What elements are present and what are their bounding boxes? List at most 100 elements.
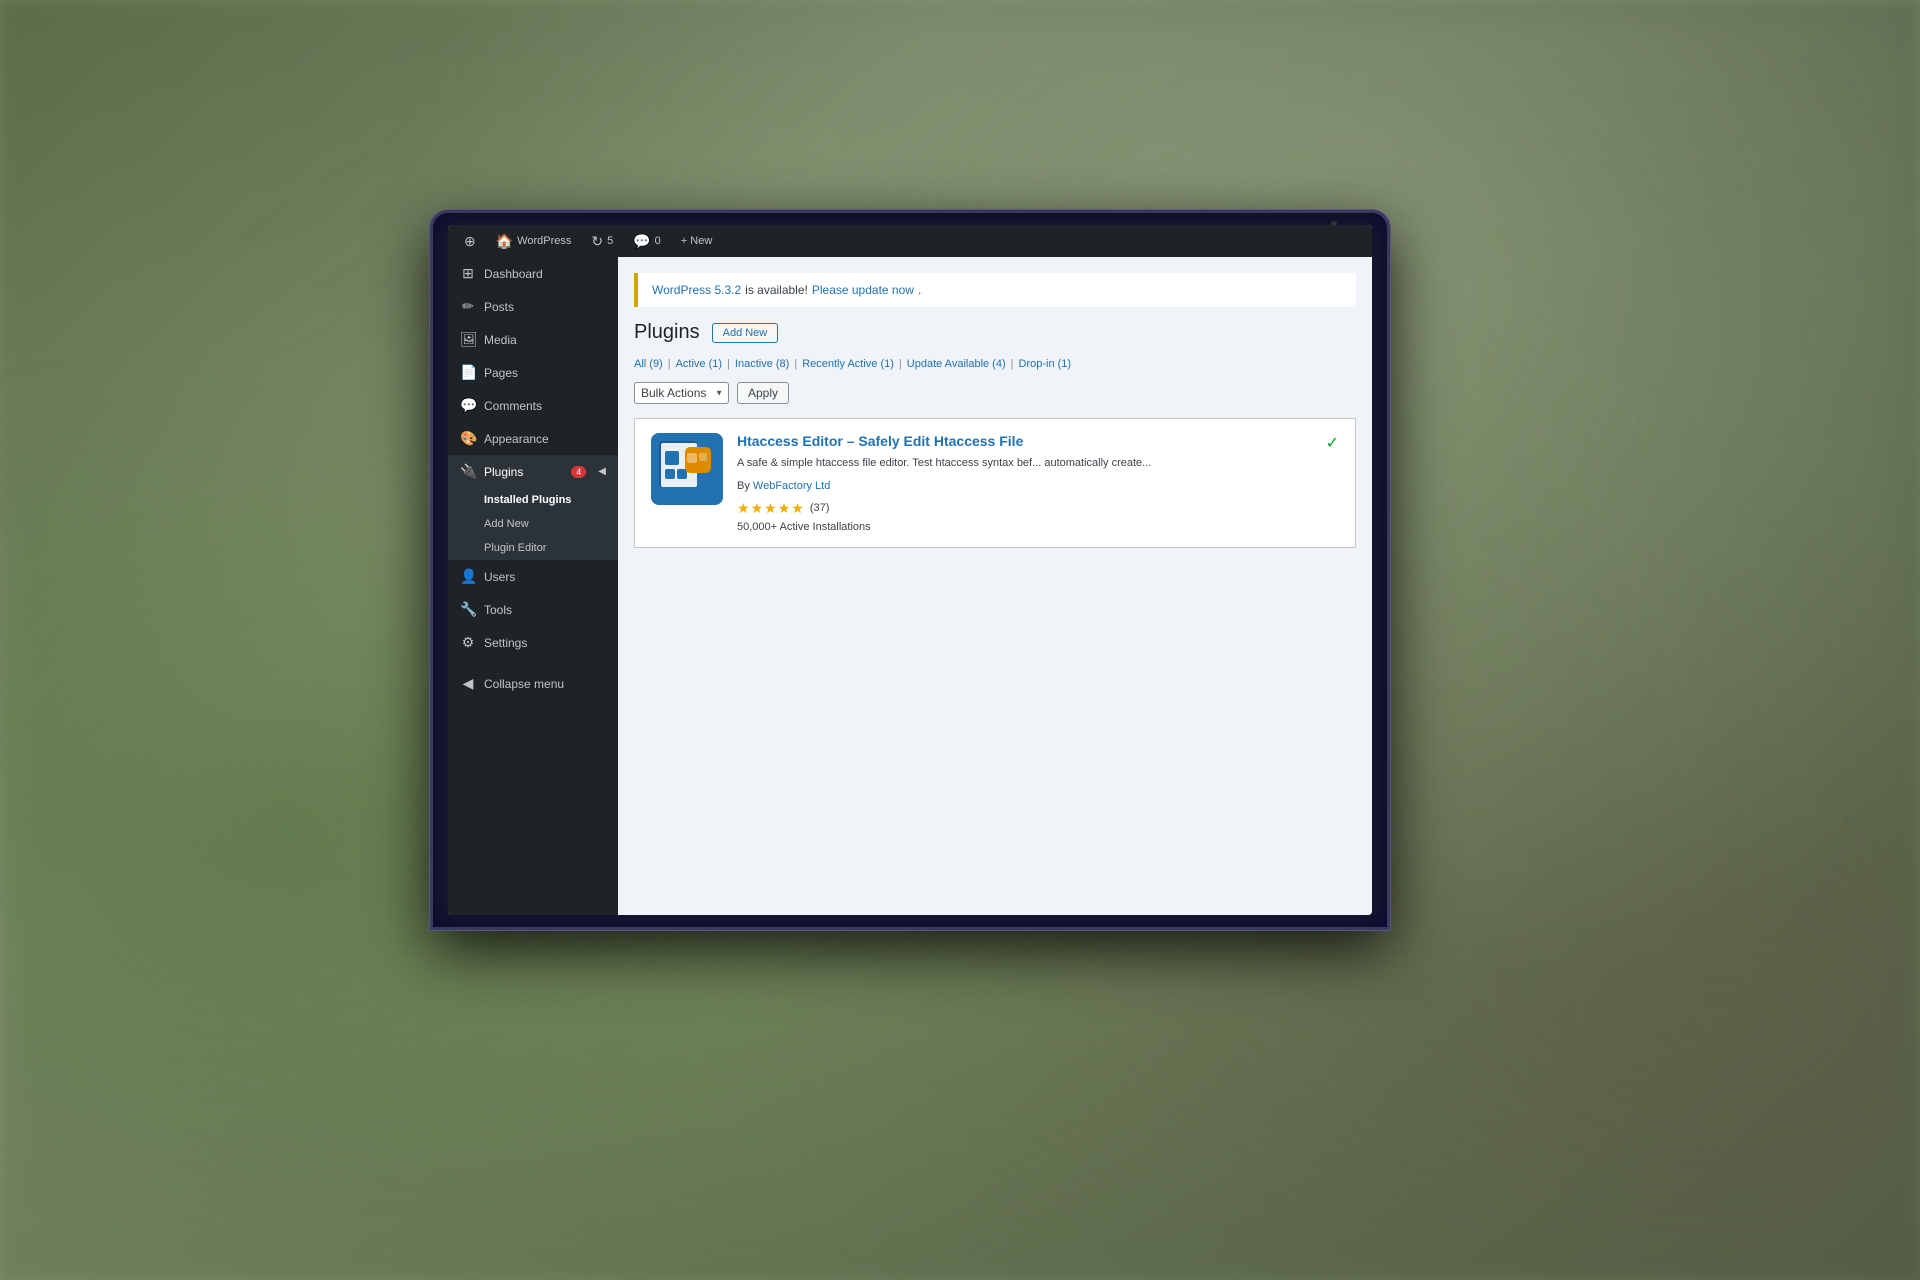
plugin-rating: ★ ★ ★ ★ ★ (37) <box>737 500 1312 517</box>
sidebar-label-tools: Tools <box>484 603 512 617</box>
sidebar-item-users[interactable]: 👤 Users <box>448 560 618 593</box>
bulk-actions-select[interactable]: Bulk Actions Activate Deactivate Delete <box>634 382 729 404</box>
rating-count: (37) <box>810 502 830 514</box>
settings-icon: ⚙ <box>460 634 476 651</box>
please-update-link[interactable]: Please update now <box>812 283 914 297</box>
pages-icon: 📄 <box>460 364 476 381</box>
filter-update-available[interactable]: Update Available (4) <box>907 358 1006 370</box>
wp-layout: ⊞ Dashboard ✏ Posts 🖼 Media 📄 Pages 💬 <box>448 257 1372 915</box>
site-name-label: WordPress <box>517 235 571 247</box>
sidebar-label-collapse: Collapse menu <box>484 677 564 691</box>
sidebar-label-posts: Posts <box>484 300 514 314</box>
wp-logo-item[interactable]: ⊕ <box>456 225 484 257</box>
bulk-actions-bar: Bulk Actions Activate Deactivate Delete … <box>634 382 1356 404</box>
filter-active[interactable]: Active (1) <box>676 358 722 370</box>
sidebar-item-appearance[interactable]: 🎨 Appearance <box>448 422 618 455</box>
author-prefix: By <box>737 480 753 492</box>
updates-count: 5 <box>607 235 613 247</box>
new-label: + New <box>681 235 713 247</box>
collapse-icon: ◀ <box>460 675 476 692</box>
sidebar-label-users: Users <box>484 570 515 584</box>
plugin-author: By WebFactory Ltd <box>737 480 1312 492</box>
plugin-icon-htaccess <box>651 433 723 505</box>
page-header: Plugins Add New <box>634 321 1356 344</box>
tools-icon: 🔧 <box>460 601 476 618</box>
sidebar-item-pages[interactable]: 📄 Pages <box>448 356 618 389</box>
filter-recently-active[interactable]: Recently Active (1) <box>802 358 894 370</box>
sidebar-label-appearance: Appearance <box>484 432 549 446</box>
plugin-card-inner: Htaccess Editor – Safely Edit Htaccess F… <box>651 433 1339 533</box>
admin-bar-new[interactable]: + New <box>673 225 721 257</box>
filter-links-bar: All (9) | Active (1) | Inactive (8) | Re… <box>634 358 1356 370</box>
plugin-name[interactable]: Htaccess Editor – Safely Edit Htaccess F… <box>737 433 1312 449</box>
sidebar-label-comments: Comments <box>484 399 542 413</box>
update-notice-text: is available! <box>745 283 808 297</box>
comments-sidebar-icon: 💬 <box>460 397 476 414</box>
comments-count: 0 <box>655 235 661 247</box>
page-title: Plugins <box>634 321 700 344</box>
apply-button[interactable]: Apply <box>737 382 789 404</box>
add-new-button[interactable]: Add New <box>712 323 779 343</box>
star-3: ★ <box>764 500 777 517</box>
appearance-icon: 🎨 <box>460 430 476 447</box>
update-notice: WordPress 5.3.2 is available! Please upd… <box>634 273 1356 307</box>
author-link[interactable]: WebFactory Ltd <box>753 480 830 492</box>
plugin-editor-label: Plugin Editor <box>484 542 546 554</box>
wp-main-content: WordPress 5.3.2 is available! Please upd… <box>618 257 1372 915</box>
star-5: ★ <box>791 500 804 517</box>
admin-bar-comments[interactable]: 💬 0 <box>625 225 669 257</box>
plugin-info-htaccess: Htaccess Editor – Safely Edit Htaccess F… <box>737 433 1312 533</box>
plugins-icon: 🔌 <box>460 463 476 480</box>
plugin-description: A safe & simple htaccess file editor. Te… <box>737 455 1312 472</box>
updates-icon: ↻ <box>591 233 603 250</box>
plugins-arrow-icon: ◀ <box>598 466 606 477</box>
wp-logo-icon: ⊕ <box>464 233 476 250</box>
laptop-frame: ⊕ 🏠 WordPress ↻ 5 💬 0 + New <box>430 210 1390 930</box>
bulk-actions-wrapper: Bulk Actions Activate Deactivate Delete <box>634 382 729 404</box>
sidebar-label-plugins: Plugins <box>484 465 523 479</box>
users-icon: 👤 <box>460 568 476 585</box>
posts-icon: ✏ <box>460 298 476 315</box>
stars-container: ★ ★ ★ ★ ★ <box>737 500 804 517</box>
sidebar-item-settings[interactable]: ⚙ Settings <box>448 626 618 659</box>
plugin-card-htaccess: Htaccess Editor – Safely Edit Htaccess F… <box>634 418 1356 548</box>
screen-bezel: ⊕ 🏠 WordPress ↻ 5 💬 0 + New <box>448 225 1372 915</box>
sidebar-label-media: Media <box>484 333 517 347</box>
sidebar-label-dashboard: Dashboard <box>484 267 543 281</box>
sidebar-label-settings: Settings <box>484 636 527 650</box>
star-1: ★ <box>737 500 750 517</box>
update-notice-end: . <box>918 283 921 297</box>
add-new-submenu-label: Add New <box>484 518 529 530</box>
plugins-submenu: Installed Plugins Add New Plugin Editor <box>448 488 618 560</box>
sidebar-item-media[interactable]: 🖼 Media <box>448 323 618 356</box>
submenu-installed-plugins[interactable]: Installed Plugins <box>448 488 618 512</box>
media-icon: 🖼 <box>460 331 476 348</box>
sidebar-label-pages: Pages <box>484 366 518 380</box>
submenu-plugin-editor[interactable]: Plugin Editor <box>448 536 618 560</box>
star-4: ★ <box>778 500 791 517</box>
plugins-badge: 4 <box>571 466 586 478</box>
wp-version-link[interactable]: WordPress 5.3.2 <box>652 283 741 297</box>
filter-drop-in[interactable]: Drop-in (1) <box>1019 358 1072 370</box>
wp-admin-bar: ⊕ 🏠 WordPress ↻ 5 💬 0 + New <box>448 225 1372 257</box>
sidebar-item-collapse[interactable]: ◀ Collapse menu <box>448 667 618 700</box>
dashboard-icon: ⊞ <box>460 265 476 282</box>
sidebar-item-dashboard[interactable]: ⊞ Dashboard <box>448 257 618 290</box>
active-installations: 50,000+ Active Installations <box>737 521 1312 533</box>
admin-bar-updates[interactable]: ↻ 5 <box>583 225 621 257</box>
sidebar-item-comments[interactable]: 💬 Comments <box>448 389 618 422</box>
filter-all[interactable]: All (9) <box>634 358 663 370</box>
filter-inactive[interactable]: Inactive (8) <box>735 358 789 370</box>
star-2: ★ <box>751 500 764 517</box>
sidebar-item-plugins[interactable]: 🔌 Plugins 4 ◀ <box>448 455 618 488</box>
sidebar-item-tools[interactable]: 🔧 Tools <box>448 593 618 626</box>
plugin-icon-svg <box>651 433 723 505</box>
sidebar-item-posts[interactable]: ✏ Posts <box>448 290 618 323</box>
plugin-active-checkmark: ✓ <box>1326 433 1339 453</box>
comments-icon: 💬 <box>633 233 650 250</box>
wp-sidebar: ⊞ Dashboard ✏ Posts 🖼 Media 📄 Pages 💬 <box>448 257 618 915</box>
submenu-add-new[interactable]: Add New <box>448 512 618 536</box>
home-icon: 🏠 <box>496 233 513 250</box>
admin-bar-home[interactable]: 🏠 WordPress <box>488 225 580 257</box>
installed-plugins-label: Installed Plugins <box>484 494 571 506</box>
